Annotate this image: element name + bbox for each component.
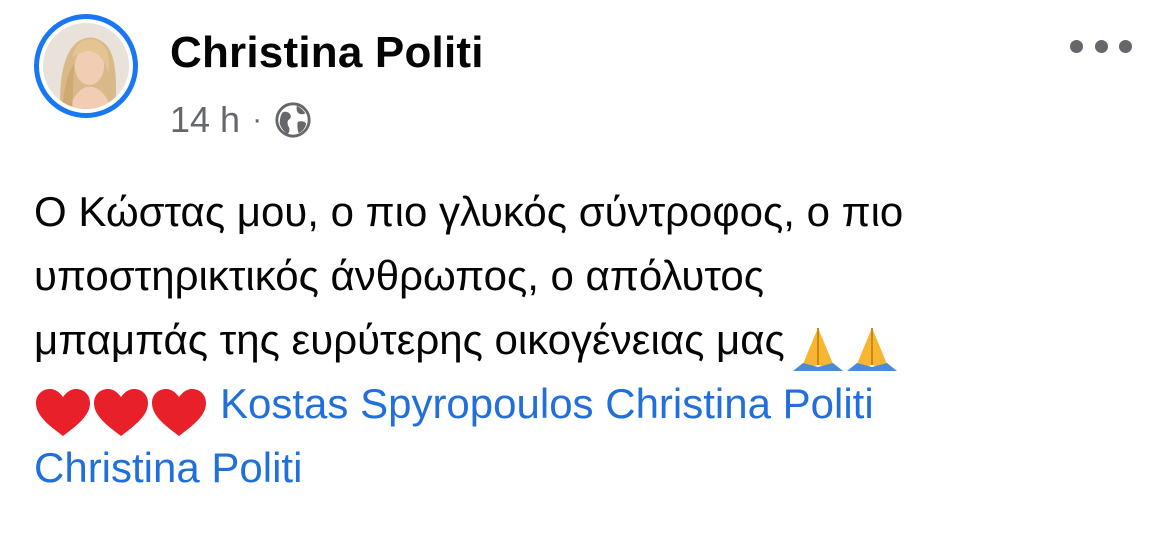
facebook-post: Christina Politi 14 h · Ο Κώστας μου, ο …: [0, 0, 1160, 533]
avatar-image: [43, 23, 129, 109]
more-dot: [1094, 39, 1108, 53]
post-text-line-1: Ο Κώστας μου, ο πιο γλυκός σύντροφος, ο …: [34, 188, 904, 235]
red-hearts-emoji: [34, 378, 208, 442]
folded-hands-emoji: [791, 314, 899, 378]
more-options-icon[interactable]: [1070, 36, 1132, 56]
author-name[interactable]: Christina Politi: [170, 28, 484, 78]
post-body: Ο Κώστας μου, ο πιο γλυκός σύντροφος, ο …: [34, 180, 1134, 500]
tag-kostas-spyropoulos[interactable]: Kostas Spyropoulos: [220, 380, 594, 427]
post-text-line-3-text: μπαμπάς της ευρύτερης οικογένειας μας: [34, 316, 785, 363]
post-text-line-5: Christina Politi: [34, 436, 1134, 500]
more-dot: [1070, 39, 1083, 53]
post-text-line-2: υποστηρικτικός άνθρωπος, ο απόλυτος: [34, 252, 764, 299]
post-time[interactable]: 14 h: [170, 99, 240, 141]
post-text-line-4: Kostas Spyropoulos Christina Politi: [34, 372, 1134, 436]
avatar[interactable]: [34, 14, 138, 118]
avatar-photo: [39, 19, 133, 113]
globe-icon[interactable]: [274, 101, 312, 139]
tag-christina-politi-2[interactable]: Christina Politi: [34, 444, 302, 491]
tag-christina-politi[interactable]: Christina Politi: [605, 380, 873, 427]
post-text-line-3: μπαμπάς της ευρύτερης οικογένειας μας: [34, 308, 1134, 372]
more-dot: [1119, 39, 1132, 53]
post-meta: 14 h ·: [170, 98, 312, 142]
meta-separator: ·: [252, 103, 263, 136]
